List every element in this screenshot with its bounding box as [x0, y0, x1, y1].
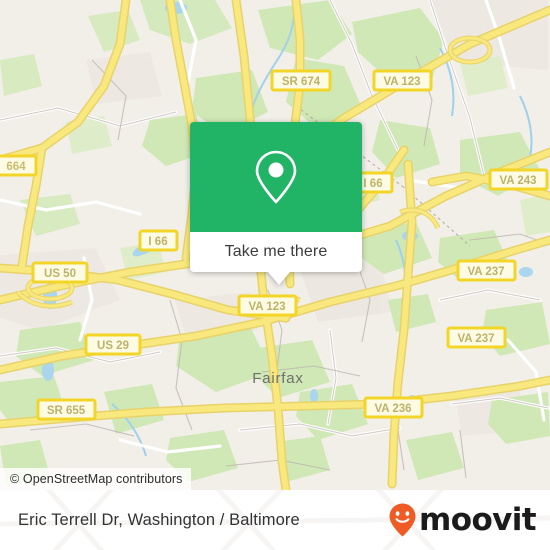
road-shield: SR 674 — [270, 69, 332, 92]
svg-text:VA 123: VA 123 — [248, 301, 285, 313]
road-shield: US 29 — [84, 333, 142, 356]
road-shield: I 66 — [138, 229, 179, 252]
svg-text:US 29: US 29 — [97, 340, 129, 352]
svg-text:VA 123: VA 123 — [383, 76, 420, 88]
svg-text:I 66: I 66 — [363, 178, 382, 190]
location-title: Eric Terrell Dr, Washington / Baltimore — [18, 510, 300, 529]
moovit-logo[interactable]: moovit — [389, 501, 537, 538]
svg-text:664: 664 — [6, 161, 26, 173]
take-me-there-label: Take me there — [224, 243, 328, 260]
popup-image — [190, 122, 362, 232]
svg-text:US 50: US 50 — [44, 268, 76, 280]
map-popup-card[interactable]: Take me there — [190, 122, 362, 285]
road-shield: VA 237 — [446, 326, 507, 349]
road-shield: VA 237 — [456, 259, 517, 282]
road-shield: US 50 — [31, 261, 89, 284]
map-label-fairfax: Fairfax — [252, 370, 303, 387]
svg-text:VA 237: VA 237 — [467, 266, 504, 278]
svg-text:VA 237: VA 237 — [457, 333, 494, 345]
osm-attribution-text: © OpenStreetMap contributors — [10, 472, 183, 486]
svg-text:VA 236: VA 236 — [374, 403, 411, 415]
take-me-there-button[interactable]: Take me there — [190, 232, 362, 272]
road-shield: VA 243 — [488, 168, 549, 191]
moovit-wordmark: moovit — [419, 501, 537, 538]
moovit-smiley-pin-icon — [389, 503, 416, 537]
road-shield: VA 236 — [363, 396, 424, 419]
road-shield: VA 123 — [372, 69, 433, 92]
road-shield: 664 — [0, 154, 38, 177]
map-pin-icon — [255, 150, 297, 204]
map-page: Fairfax 664 SR 674 VA 123 VA 243 I 66 I … — [0, 0, 550, 550]
svg-text:SR 674: SR 674 — [282, 76, 321, 88]
road-shield: SR 655 — [36, 398, 97, 421]
popup-tail — [268, 272, 290, 285]
road-shield: VA 123 — [237, 294, 298, 317]
footer-bar: Eric Terrell Dr, Washington / Baltimore … — [0, 490, 550, 550]
svg-text:VA 243: VA 243 — [499, 175, 536, 187]
svg-text:I 66: I 66 — [148, 236, 167, 248]
osm-attribution[interactable]: © OpenStreetMap contributors — [0, 468, 191, 490]
svg-text:SR 655: SR 655 — [47, 405, 86, 417]
